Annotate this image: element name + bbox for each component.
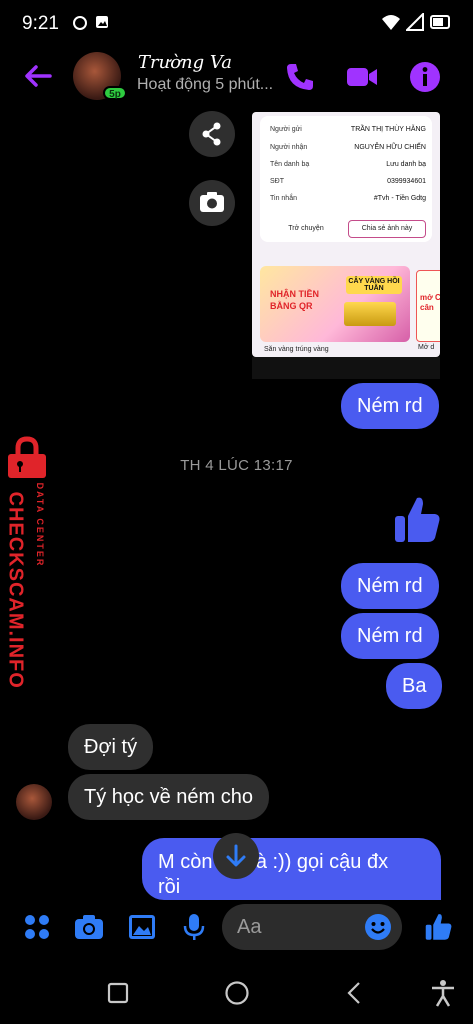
watermark-sub: DATA CENTER <box>35 482 45 568</box>
video-call-icon[interactable] <box>345 60 379 94</box>
apps-grid-icon[interactable] <box>22 912 52 942</box>
message-input-placeholder: Aa <box>237 916 262 938</box>
transfer-card: Người gửi TRẦN THỊ THÙY HẰNG Người nhận NG… <box>260 116 432 242</box>
battery-icon <box>430 15 450 29</box>
accessibility-icon[interactable] <box>430 979 456 1007</box>
recent-apps-icon[interactable] <box>107 982 129 1004</box>
promo-title: NHẬN TIỀN BẰNG QR <box>270 289 319 311</box>
home-icon[interactable] <box>224 980 250 1006</box>
card-row: Tên danh bạ Lưu danh bạ <box>270 161 426 168</box>
contact-avatar-small[interactable] <box>16 784 52 820</box>
promo-banner: NHẬN TIỀN BẰNG QR CÂY VÀNG HỒI TUẦN Săn … <box>260 266 410 353</box>
camera-button[interactable] <box>189 180 235 226</box>
promo2-caption: Mở d <box>418 344 435 351</box>
gallery-icon[interactable] <box>127 912 157 942</box>
camera-icon[interactable] <box>74 912 104 942</box>
image-nav-strip <box>252 357 440 379</box>
share-icon <box>202 122 221 146</box>
card-share-button: Chia sẻ ảnh này <box>348 220 426 238</box>
image-notification-icon <box>96 16 108 28</box>
outgoing-message[interactable]: Ném rd <box>341 563 439 609</box>
back-arrow-icon[interactable] <box>22 60 54 92</box>
scroll-down-button[interactable] <box>213 833 259 879</box>
signal-icon <box>406 13 424 31</box>
message-line: rồi <box>158 876 181 898</box>
promo-caption: Săn vàng trúng vàng <box>264 346 329 353</box>
card-row: Tin nhắn #Tvh - Tiền Gdtg <box>270 195 426 202</box>
active-time-badge: 5p <box>103 86 127 100</box>
timestamp: TH 4 LÚC 13:17 <box>180 457 293 474</box>
card-chat-button: Trở chuyện <box>288 225 324 232</box>
system-back-icon[interactable] <box>344 980 364 1006</box>
thumbs-up-icon[interactable] <box>393 494 443 546</box>
card-row: Người gửi TRẦN THỊ THÙY HẰNG <box>270 126 426 133</box>
outgoing-message[interactable]: Ném rd <box>341 613 439 659</box>
promo-badge: CÂY VÀNG HỒI TUẦN <box>346 276 402 294</box>
status-bar: 9:21 <box>0 0 473 46</box>
promo-banner-2: mở C cân <box>416 270 440 342</box>
camera-icon <box>200 192 224 212</box>
status-time: 9:21 <box>22 13 59 34</box>
outgoing-message[interactable]: Ba <box>386 663 443 709</box>
card-row: Người nhận NGUYỄN HỮU CHIẾN <box>270 144 426 151</box>
message-line: M còn học à :)) gọi cậu đx <box>158 851 389 873</box>
info-icon[interactable] <box>408 60 442 94</box>
contact-status: Hoạt động 5 phút... <box>137 76 274 93</box>
contact-name[interactable]: Trường Va <box>138 52 232 73</box>
incoming-message[interactable]: Đợi tý <box>68 724 154 770</box>
system-nav-bar <box>0 964 473 1024</box>
gold-bars-image <box>344 302 396 326</box>
shared-image[interactable]: Người gửi TRẦN THỊ THÙY HẰNG Người nhận NG… <box>252 112 440 357</box>
wifi-icon <box>382 15 400 30</box>
outgoing-message[interactable]: Ném rd <box>341 383 439 429</box>
phone-call-icon[interactable] <box>283 60 317 94</box>
outgoing-message[interactable]: M còn học à :)) gọi cậu đx rồi <box>142 838 441 900</box>
arrow-down-icon <box>226 844 246 867</box>
emoji-icon[interactable] <box>364 913 392 941</box>
notification-icon <box>73 16 87 30</box>
share-button[interactable] <box>189 111 235 157</box>
incoming-message[interactable]: Tý học về ném cho <box>68 774 269 820</box>
watermark-main: CHECKSCAM.INFO <box>4 491 27 689</box>
microphone-icon[interactable] <box>179 912 209 942</box>
thumbs-up-send-icon[interactable] <box>424 912 454 942</box>
card-row: SĐT 0399934601 <box>270 178 426 185</box>
